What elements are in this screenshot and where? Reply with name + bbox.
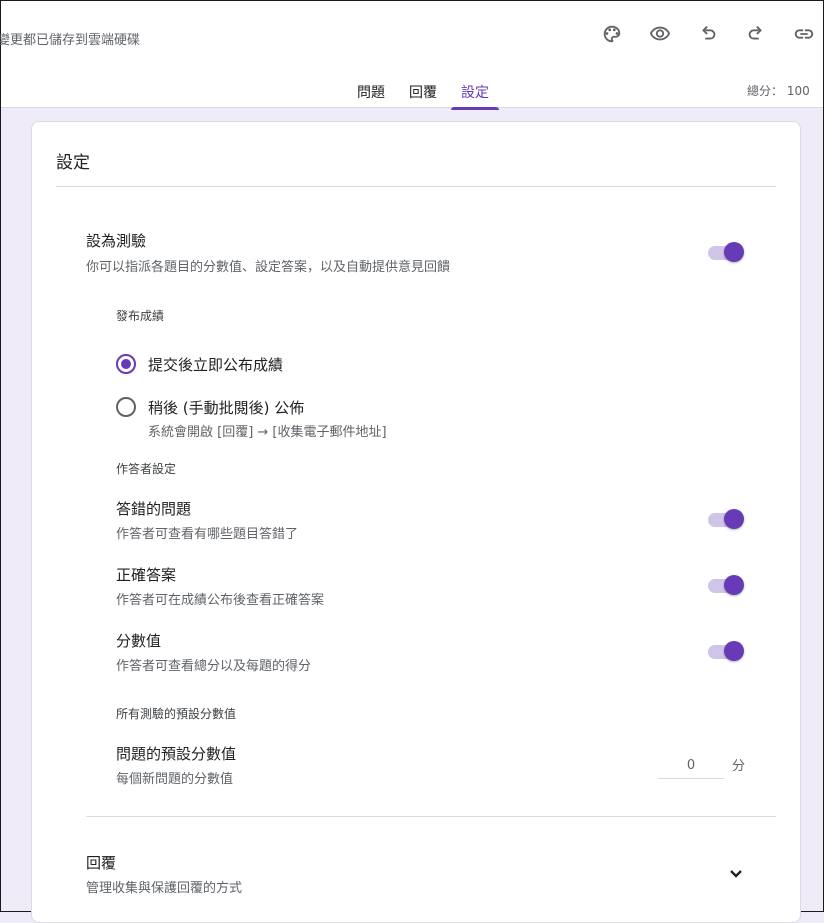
settings-title: 設定: [56, 153, 90, 173]
default-points-section-label: 所有測驗的預設分數值: [116, 707, 237, 721]
title-divider: [56, 186, 776, 187]
missed-questions-toggle[interactable]: [706, 507, 746, 531]
tab-questions[interactable]: 問題: [357, 82, 385, 110]
quiz-toggle-thumb: [724, 242, 744, 262]
quiz-description: 你可以指派各題目的分數值、設定答案，以及自動提供意見回饋: [86, 260, 451, 275]
release-immediately-label[interactable]: 提交後立即公布成績: [148, 354, 283, 375]
link-icon[interactable]: [789, 19, 819, 49]
points-unit: 分: [732, 759, 746, 774]
default-points-description: 每個新問題的分數值: [116, 772, 234, 787]
palette-icon[interactable]: [597, 19, 627, 49]
saved-status: 變更都已儲存到雲端硬碟: [0, 33, 141, 48]
point-values-toggle-thumb: [724, 641, 744, 661]
total-points: 總分： 100: [747, 84, 810, 98]
release-immediately-radio[interactable]: [116, 354, 136, 374]
tab-settings[interactable]: 設定: [451, 82, 499, 110]
responses-title: 回覆: [86, 854, 117, 872]
point-values-title: 分數值: [116, 632, 162, 650]
preview-eye-icon[interactable]: [645, 19, 675, 49]
section-divider: [86, 816, 776, 817]
release-later-radio[interactable]: [116, 397, 136, 417]
quiz-title: 設為測驗: [86, 232, 147, 250]
correct-answers-title: 正確答案: [116, 566, 177, 584]
default-points-title: 問題的預設分數值: [116, 745, 237, 763]
point-values-toggle[interactable]: [706, 639, 746, 663]
default-points-input[interactable]: [658, 752, 724, 779]
tab-responses[interactable]: 回覆: [409, 82, 437, 110]
responses-description: 管理收集與保護回覆的方式: [86, 881, 243, 896]
settings-card: 設定 設為測驗 你可以指派各題目的分數值、設定答案，以及自動提供意見回饋 發布成…: [31, 121, 801, 923]
correct-answers-toggle[interactable]: [706, 573, 746, 597]
missed-questions-toggle-thumb: [724, 509, 744, 529]
respondent-settings-label: 作答者設定: [116, 462, 177, 476]
correct-answers-description: 作答者可在成績公布後查看正確答案: [116, 593, 325, 608]
undo-icon[interactable]: [693, 19, 723, 49]
quiz-toggle[interactable]: [706, 240, 746, 264]
missed-questions-description: 作答者可查看有哪些題目答錯了: [116, 527, 299, 542]
missed-questions-title: 答錯的問題: [116, 500, 192, 518]
correct-answers-toggle-thumb: [724, 575, 744, 595]
release-later-label[interactable]: 稍後 (手動批閱後) 公佈: [148, 397, 304, 418]
release-later-note: 系統會開啟 [回覆] → [收集電子郵件地址]: [148, 425, 387, 440]
chevron-down-icon[interactable]: [724, 862, 748, 886]
release-grade-label: 發布成績: [116, 309, 165, 323]
top-bar: 變更都已儲存到雲端硬碟 問題 回覆 設定 總分： 100: [0, 1, 823, 110]
redo-icon[interactable]: [741, 19, 771, 49]
point-values-description: 作答者可查看總分以及每題的得分: [116, 659, 312, 674]
